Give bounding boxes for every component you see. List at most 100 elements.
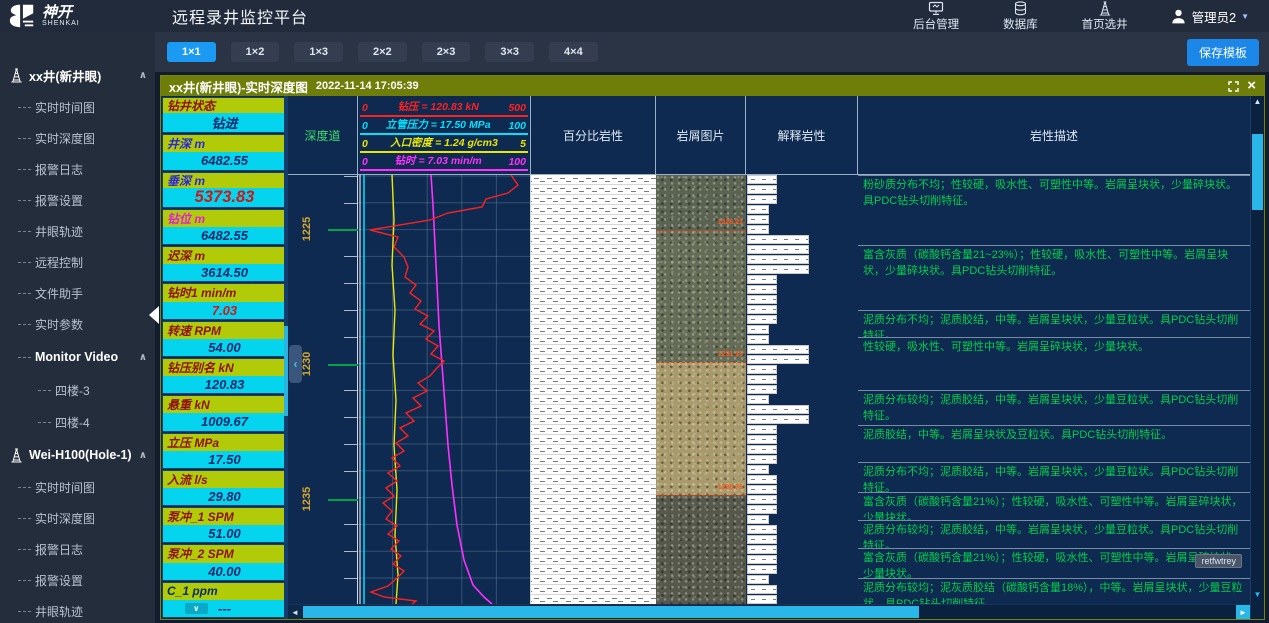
sidebar-item-报警设置[interactable]: 报警设置 <box>0 185 155 216</box>
window-body: 钻井状态钻进井深 m6482.55垂深 m5373.83钻位 m6482.55迟… <box>161 96 1264 619</box>
sidebar-item-远程控制[interactable]: 远程控制 <box>0 247 155 278</box>
lithology-pattern-row <box>531 225 656 235</box>
sidebar-item-报警日志[interactable]: 报警日志 <box>0 154 155 185</box>
interpreted-lithology-block <box>747 465 769 474</box>
menu-label: 后台管理 <box>913 16 959 32</box>
lithology-pattern-row <box>531 445 656 455</box>
save-template-button[interactable]: 保存模板 <box>1187 39 1259 66</box>
menu-item-后台管理[interactable]: 后台管理 <box>913 1 959 32</box>
page-title: 远程录井监控平台 <box>172 4 308 28</box>
scroll-right-icon[interactable]: ► <box>1236 605 1250 619</box>
curves-plot <box>358 175 530 604</box>
layout-button-1×3[interactable]: 1×3 <box>294 42 343 62</box>
parameter-label: 迟深 m <box>163 247 286 264</box>
sidebar-item-实时时间图[interactable]: 实时时间图 <box>0 472 155 503</box>
lithology-pattern-row <box>531 375 656 385</box>
parameter-dropdown-icon[interactable]: ∨ <box>185 603 208 614</box>
curve-legend-row: 0钻时 = 7.03 min/m100 <box>360 153 528 171</box>
layout-button-4×4[interactable]: 4×4 <box>549 42 598 62</box>
layout-button-3×3[interactable]: 3×3 <box>485 42 534 62</box>
depth-minor-tick <box>344 310 358 311</box>
well-tree-sidebar: xx井(新井眼)∧实时时间图实时深度图报警日志报警设置井眼轨迹远程控制文件助手实… <box>0 32 155 623</box>
sidebar-item-实时时间图[interactable]: 实时时间图 <box>0 92 155 123</box>
lithology-pattern-row <box>531 415 656 425</box>
layout-button-1×2[interactable]: 1×2 <box>231 42 280 62</box>
menu-item-首页选井[interactable]: 首页选井 <box>1082 1 1128 32</box>
parameter-panel-collapse-handle[interactable]: ‹ <box>289 345 302 383</box>
depth-minor-tick <box>344 176 358 177</box>
parameter-value: ∨--- <box>163 600 286 617</box>
user-menu[interactable]: 管理员2 ▼ <box>1170 7 1249 26</box>
sidebar-item-四楼-3[interactable]: 四楼-3 <box>0 374 155 406</box>
sidebar-item-文件助手[interactable]: 文件助手 <box>0 278 155 309</box>
tree-group-Monitor Video[interactable]: Monitor Video∧ <box>0 340 155 374</box>
scroll-left-icon[interactable]: ◄ <box>288 605 302 619</box>
menu-item-数据库[interactable]: 数据库 <box>1003 1 1038 32</box>
scroll-up-icon[interactable]: ▲ <box>1251 97 1264 106</box>
parameter-value: 29.80 <box>163 488 286 505</box>
interpreted-lithology-block <box>747 335 769 344</box>
layout-button-2×2[interactable]: 2×2 <box>358 42 407 62</box>
interpreted-lithology-block <box>747 505 777 514</box>
interpreted-lithology-block <box>747 255 809 264</box>
sidebar-item-实时深度图[interactable]: 实时深度图 <box>0 503 155 534</box>
layout-button-2×3[interactable]: 2×3 <box>422 42 471 62</box>
parameter-value: 120.83 <box>163 376 286 393</box>
close-icon[interactable]: × <box>1247 79 1256 93</box>
curve-legend-row: 0入口密度 = 1.24 g/cm35 <box>360 135 528 153</box>
layout-button-1×1[interactable]: 1×1 <box>167 42 216 62</box>
parameter-card: 井深 m6482.55 <box>162 134 287 170</box>
sidebar-item-报警日志[interactable]: 报警日志 <box>0 534 155 565</box>
interpreted-lithology-block <box>747 425 777 434</box>
parameter-value: 7.03 <box>163 302 286 319</box>
lithology-pattern-row <box>531 245 656 255</box>
tree-well-Wei-H100(Hole-1)[interactable]: Wei-H100(Hole-1)∧ <box>0 438 155 472</box>
user-name: 管理员2 <box>1192 7 1236 26</box>
interpreted-lithology-block <box>747 595 777 604</box>
tree-well-xx井(新井眼)[interactable]: xx井(新井眼)∧ <box>0 58 155 92</box>
shenkai-logo-icon <box>8 4 36 28</box>
scroll-down-icon[interactable]: ▼ <box>1251 590 1264 599</box>
vertical-scrollbar[interactable]: ▲ ▼ <box>1250 96 1264 619</box>
window-titlebar[interactable]: xx井(新井眼)-实时深度图 2022-11-14 17:05:39 × <box>161 76 1264 96</box>
lithology-description-track: 粉砂质分布不均；性较硬，吸水性、可塑性中等。岩屑呈块状，少量碎块状。具PDC钻头… <box>858 175 1250 604</box>
parameter-card: C_1 ppm∨--- <box>162 582 287 618</box>
interpreted-lithology-block <box>747 365 777 374</box>
vertical-scroll-thumb[interactable] <box>1252 134 1263 210</box>
fullscreen-icon[interactable] <box>1228 81 1239 92</box>
photo-depth-annotation: 1236.76 <box>718 484 743 491</box>
sidebar-item-报警设置[interactable]: 报警设置 <box>0 565 155 596</box>
sidebar-item-井眼轨迹[interactable]: 井眼轨迹 <box>0 216 155 247</box>
parameter-label: 钻位 m <box>163 210 286 227</box>
horizontal-scroll-track[interactable] <box>302 605 1236 619</box>
sidebar-item-实时参数[interactable]: 实时参数 <box>0 309 155 340</box>
horizontal-scroll-thumb[interactable] <box>303 606 919 618</box>
menu-label: 首页选井 <box>1082 16 1128 32</box>
parameter-card: 钻位 m6482.55 <box>162 209 287 245</box>
interpreted-lithology-block <box>747 545 777 554</box>
chevron-up-icon: ∧ <box>139 352 147 363</box>
lithology-pattern-row <box>531 365 656 375</box>
lithology-pattern-row <box>531 565 656 575</box>
layout-toolbar: 1×1 1×2 1×3 2×2 2×3 3×3 4×4 保存模板 <box>155 32 1269 72</box>
chart-body: 122512301235 1226.211231.151236.76 粉砂质分布… <box>288 175 1250 604</box>
parameter-card: 泵冲_2 SPM40.00 <box>162 544 287 580</box>
interpreted-lithology-block <box>747 225 769 234</box>
chevron-up-icon: ∧ <box>139 70 147 81</box>
lithology-pattern-row <box>531 395 656 405</box>
sidebar-item-井眼轨迹[interactable]: 井眼轨迹 <box>0 596 155 623</box>
depth-minor-tick <box>344 337 358 338</box>
lithology-pattern-row <box>531 185 656 195</box>
depth-minor-tick <box>344 471 358 472</box>
sidebar-item-实时深度图[interactable]: 实时深度图 <box>0 123 155 154</box>
lithology-pattern-row <box>531 485 656 495</box>
interpreted-lithology-block <box>747 305 777 314</box>
lithology-pattern-row <box>531 265 656 275</box>
sidebar-item-四楼-4[interactable]: 四楼-4 <box>0 406 155 438</box>
sidebar-collapse-handle[interactable] <box>149 306 159 324</box>
lithology-pattern-row <box>531 275 656 285</box>
lithology-pattern-row <box>531 455 656 465</box>
horizontal-scrollbar[interactable]: ◄ ► <box>288 604 1250 619</box>
depth-minor-tick <box>344 283 358 284</box>
lithology-pattern-row <box>531 215 656 225</box>
